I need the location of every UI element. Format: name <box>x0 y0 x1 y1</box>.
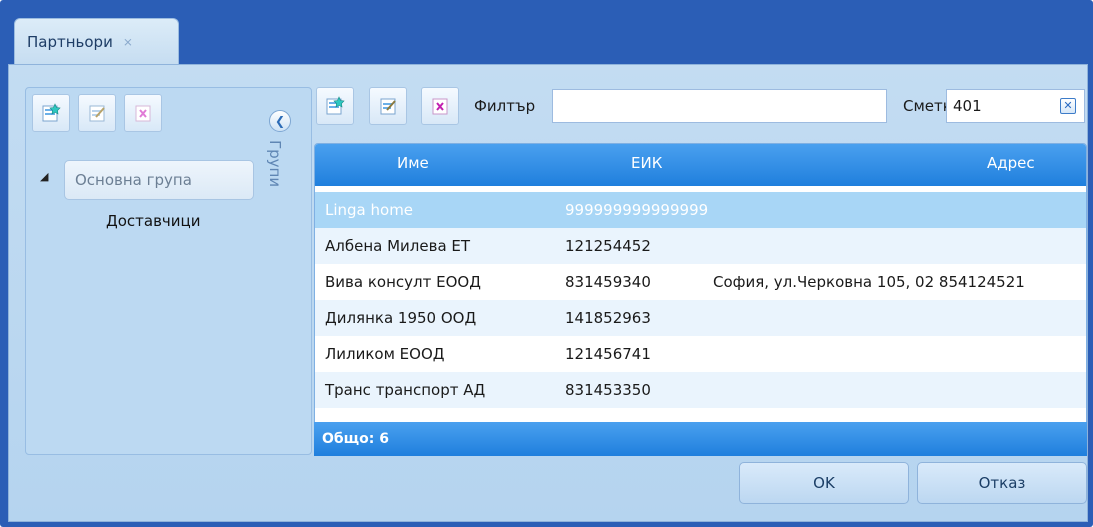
add-group-button[interactable] <box>32 94 70 132</box>
edit-partner-button[interactable] <box>369 87 407 125</box>
table-row[interactable]: Албена Милева ЕТ 121254452 <box>315 228 1086 264</box>
cell-eik: 141852963 <box>565 309 651 327</box>
cell-name: Транс транспорт АД <box>325 381 486 399</box>
collapse-groups-button[interactable]: ❮ <box>269 110 291 132</box>
delete-group-button[interactable] <box>124 94 162 132</box>
tab-title: Партньори <box>27 32 113 51</box>
edit-icon <box>89 105 105 122</box>
delete-partner-button[interactable] <box>421 87 459 125</box>
filter-label: Филтър <box>474 97 536 115</box>
groups-panel-label: Групи <box>266 140 284 188</box>
cell-name: Лиликом ЕООД <box>325 345 445 363</box>
account-value: 401 <box>953 97 982 115</box>
cell-eik: 999999999999999 <box>565 201 709 219</box>
column-header-eik[interactable]: ЕИК <box>631 154 662 172</box>
add-icon <box>326 96 345 115</box>
table-row[interactable]: Транс транспорт АД 831453350 <box>315 372 1086 408</box>
partners-table: Име ЕИК Адрес Linga home 999999999999999… <box>314 143 1087 455</box>
edit-group-button[interactable] <box>78 94 116 132</box>
table-footer-total: Общо: 6 <box>314 422 1087 456</box>
tree-expand-icon[interactable]: ◢ <box>40 170 48 183</box>
table-header: Име ЕИК Адрес <box>315 144 1086 186</box>
clear-icon[interactable]: ✕ <box>1060 98 1076 114</box>
cell-name: Дилянка 1950 ООД <box>325 309 477 327</box>
ok-button[interactable]: OK <box>739 462 909 504</box>
column-header-address[interactable]: Адрес <box>987 154 1035 172</box>
delete-icon <box>135 105 151 122</box>
cell-eik: 831453350 <box>565 381 651 399</box>
partners-window: Партньори ⨯ ❮ Групи ◢ Основна група Дост… <box>0 0 1093 527</box>
cell-eik: 121456741 <box>565 345 651 363</box>
table-row[interactable]: Вива консулт ЕООД 831459340 София, ул.Че… <box>315 264 1086 300</box>
filter-input[interactable] <box>552 89 887 123</box>
main-content: ❮ Групи ◢ Основна група Доставчици Филтъ… <box>8 64 1088 522</box>
cell-name: Албена Милева ЕТ <box>325 237 471 255</box>
cell-eik: 831459340 <box>565 273 651 291</box>
chevron-left-icon: ❮ <box>274 114 286 128</box>
groups-panel: ❮ Групи ◢ Основна група Доставчици <box>25 87 312 455</box>
delete-icon <box>432 98 448 115</box>
add-icon <box>42 103 61 122</box>
add-partner-button[interactable] <box>316 87 354 125</box>
cell-name: Linga home <box>325 201 414 219</box>
table-row[interactable]: Linga home 999999999999999 <box>315 192 1086 228</box>
cell-eik: 121254452 <box>565 237 651 255</box>
table-row[interactable]: Дилянка 1950 ООД 141852963 <box>315 300 1086 336</box>
cell-name: Вива консулт ЕООД <box>325 273 481 291</box>
tab-partners[interactable]: Партньори ⨯ <box>14 18 179 64</box>
table-row[interactable]: Лиликом ЕООД 121456741 <box>315 336 1086 372</box>
tree-item-child[interactable]: Доставчици <box>106 212 200 230</box>
cell-address: София, ул.Черковна 105, 02 854124521 <box>713 273 1025 291</box>
column-header-name[interactable]: Име <box>397 154 429 172</box>
cancel-button[interactable]: Отказ <box>917 462 1087 504</box>
tree-item-root[interactable]: Основна група <box>64 160 254 200</box>
tab-close-icon[interactable]: ⨯ <box>123 35 133 49</box>
edit-icon <box>380 98 396 115</box>
account-input[interactable]: 401 ✕ <box>946 89 1085 123</box>
